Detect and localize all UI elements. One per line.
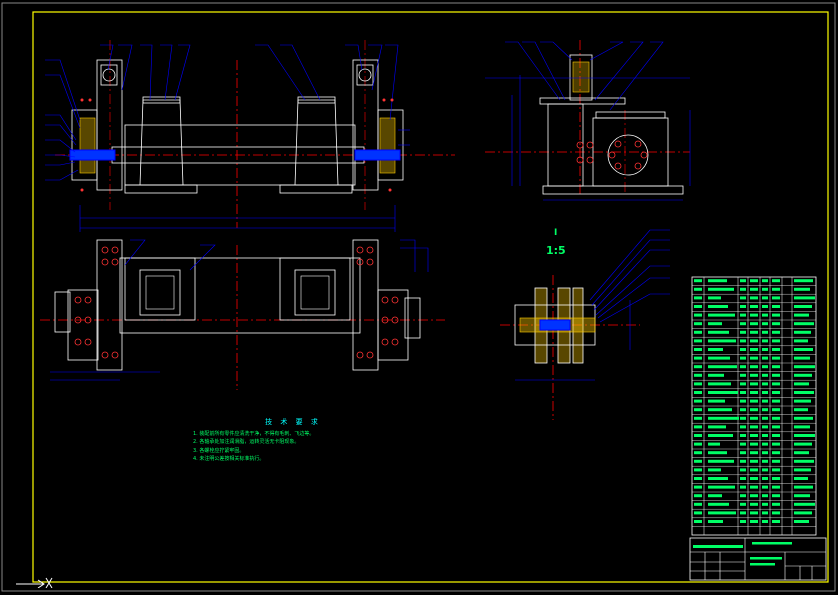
detail-scale: 1:5 — [546, 244, 566, 257]
note-2: 2. 各轴承处加注润滑脂，运转灵活无卡阻现象。 — [193, 439, 300, 445]
note-4: 4. 未注明公差按相关标准执行。 — [193, 456, 265, 462]
ucs-axis-icon — [14, 568, 54, 591]
top-view — [40, 239, 445, 390]
note-1: 1. 装配前所有零件应清洗干净，不得有毛刺、飞边等。 — [193, 430, 315, 437]
side-view — [485, 40, 691, 201]
note-3: 3. 各螺栓应拧紧牢固。 — [193, 447, 245, 454]
detail-label: I — [554, 228, 558, 238]
technical-requirements: 技 术 要 求 1. 装配前所有零件应清洗干净，不得有毛刺、飞边等。 2. 各轴… — [193, 418, 393, 464]
front-view — [45, 40, 455, 232]
technical-requirements-title: 技 术 要 求 — [265, 418, 321, 426]
bill-of-materials — [691, 276, 817, 536]
cad-drawing-canvas — [1, 2, 836, 592]
detail-i-view — [500, 229, 670, 420]
title-block — [689, 537, 827, 581]
